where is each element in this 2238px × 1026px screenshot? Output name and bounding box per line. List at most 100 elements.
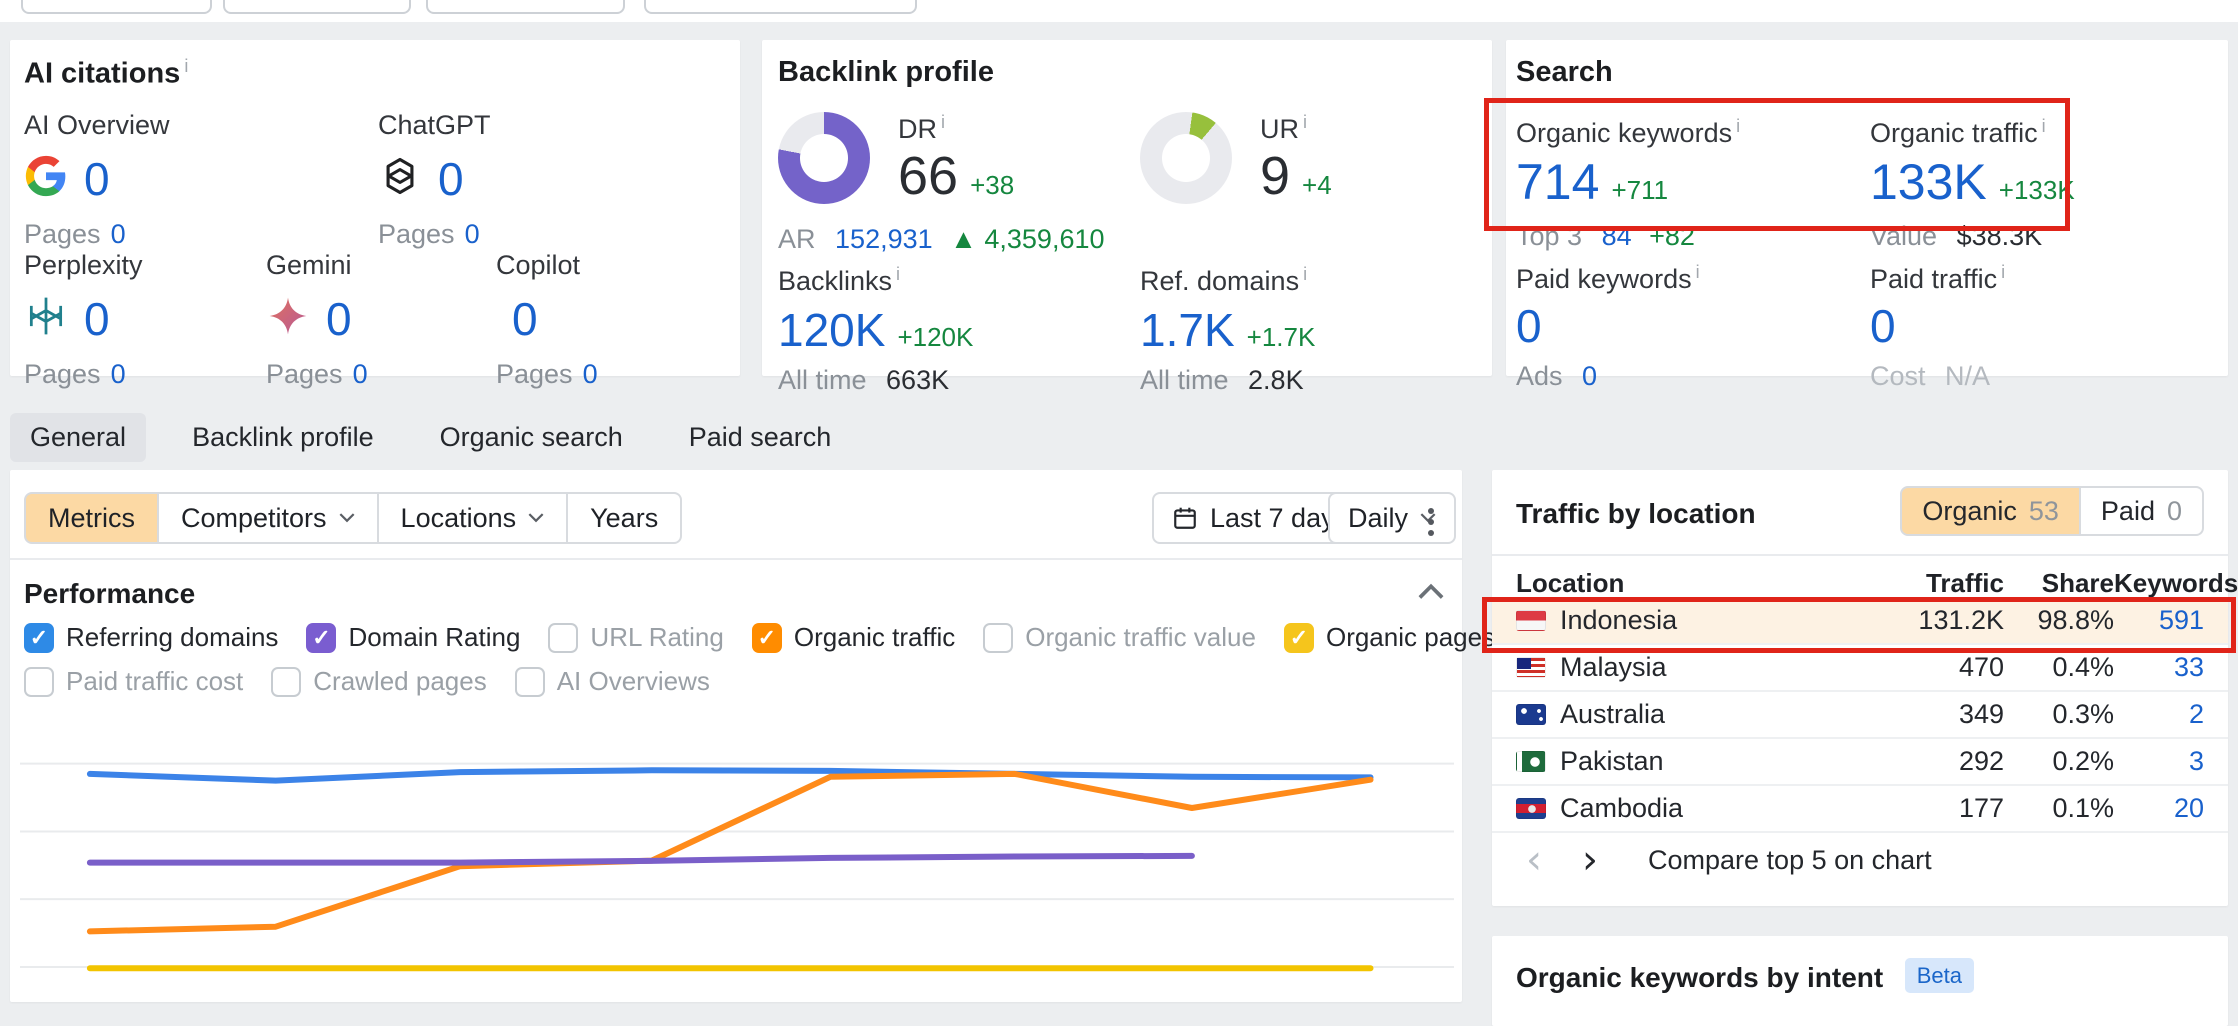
ref-domains-label: Ref. domainsi	[1140, 264, 1315, 297]
ai-item-value[interactable]: 0	[438, 152, 464, 206]
collapse-section-icon[interactable]	[1418, 582, 1444, 600]
search-title: Search	[1516, 56, 1613, 89]
info-icon[interactable]: i	[1303, 264, 1307, 284]
cost-label: Cost	[1870, 361, 1926, 391]
ref-domains-alltime-value: 2.8K	[1248, 365, 1304, 395]
checkbox-domain-rating[interactable]: ✓Domain Rating	[306, 622, 520, 653]
location-name: Pakistan	[1560, 746, 1664, 777]
tab-general[interactable]: General	[10, 413, 146, 462]
ai-item-value[interactable]: 0	[326, 292, 352, 346]
info-icon[interactable]: i	[184, 56, 188, 76]
domain-input-2[interactable]	[223, 0, 411, 14]
backlinks-value[interactable]: 120K	[778, 303, 885, 357]
paid-keywords-value[interactable]: 0	[1516, 300, 1542, 352]
checkbox-url-rating[interactable]: URL Rating	[548, 622, 723, 653]
table-row-australia[interactable]: Australia3490.3%2	[1492, 692, 2228, 739]
toggle-organic[interactable]: Organic53	[1900, 486, 2081, 536]
flag-icon-australia	[1516, 704, 1546, 725]
checkbox-box	[24, 667, 54, 697]
flag-icon-pakistan	[1516, 751, 1546, 772]
segment-metrics[interactable]: Metrics	[24, 492, 159, 544]
segment-years[interactable]: Years	[566, 492, 682, 544]
checkbox-crawled-pages[interactable]: Crawled pages	[271, 666, 486, 697]
tab-organic-search[interactable]: Organic search	[420, 413, 643, 462]
table-row-malaysia[interactable]: Malaysia4700.4%33	[1492, 645, 2228, 692]
share-value: 0.1%	[2004, 793, 2114, 824]
checkbox-box	[271, 667, 301, 697]
tab-backlink-profile[interactable]: Backlink profile	[172, 413, 394, 462]
prev-page-button[interactable]: ‹	[1526, 842, 1542, 878]
search-card: Search Organic keywordsi 714 +711 Top 3 …	[1506, 40, 2228, 376]
ai-item-chatgpt: ChatGPT0Pages0	[378, 110, 608, 250]
pages-value[interactable]: 0	[583, 359, 598, 389]
ar-line: AR 152,931 ▲ 4,359,610	[778, 224, 1105, 255]
info-icon[interactable]: i	[2001, 262, 2005, 282]
column-share[interactable]: Share	[2004, 568, 2114, 599]
table-row-indonesia[interactable]: Indonesia131.2K98.8%591	[1492, 598, 2228, 645]
table-row-cambodia[interactable]: Cambodia1770.1%20	[1492, 786, 2228, 833]
keywords-link[interactable]: 20	[2114, 793, 2228, 824]
checkbox-organic-pages[interactable]: ✓Organic pages	[1284, 622, 1495, 653]
value-label: Value	[1870, 221, 1937, 251]
divider	[1492, 554, 2228, 556]
compare-top5-link[interactable]: Compare top 5 on chart	[1648, 845, 1932, 876]
ar-value[interactable]: 152,931	[835, 224, 933, 254]
column-traffic[interactable]: Traffic	[1854, 568, 2004, 599]
ads-value[interactable]: 0	[1582, 361, 1597, 391]
checkbox-ai-overviews[interactable]: AI Overviews	[515, 666, 710, 697]
ai-item-value[interactable]: 0	[84, 292, 110, 346]
ref-domains-value[interactable]: 1.7K	[1140, 303, 1235, 357]
ai-item-value[interactable]: 0	[84, 152, 110, 206]
ai-item-value[interactable]: 0	[512, 292, 538, 346]
more-options-button[interactable]	[1418, 498, 1444, 546]
dr-value: 66	[898, 145, 958, 207]
info-icon[interactable]: i	[2042, 116, 2046, 136]
ai-item-label: ChatGPT	[378, 110, 608, 141]
checkbox-paid-traffic-cost[interactable]: Paid traffic cost	[24, 666, 243, 697]
ai-item-label: Gemini	[266, 250, 496, 281]
segment-locations[interactable]: Locations	[377, 492, 569, 544]
organic-keywords-value[interactable]: 714	[1516, 153, 1599, 211]
pages-value[interactable]: 0	[353, 359, 368, 389]
column-keywords[interactable]: Keywords	[2114, 568, 2228, 599]
next-page-button[interactable]: ›	[1582, 842, 1598, 878]
info-icon[interactable]: i	[1303, 112, 1307, 132]
paid-traffic-value[interactable]: 0	[1870, 300, 1896, 352]
top3-value[interactable]: 84	[1602, 221, 1632, 251]
pages-value[interactable]: 0	[111, 219, 126, 249]
checkbox-organic-traffic[interactable]: ✓Organic traffic	[752, 622, 955, 653]
column-location[interactable]: Location	[1492, 568, 1854, 599]
checkbox-label: Crawled pages	[313, 666, 486, 697]
ref-domains-alltime-label: All time	[1140, 365, 1229, 395]
info-icon[interactable]: i	[1696, 262, 1700, 282]
chevron-down-icon	[339, 513, 355, 523]
pages-value[interactable]: 0	[465, 219, 480, 249]
keywords-link[interactable]: 591	[2114, 605, 2228, 636]
domain-input-3[interactable]	[426, 0, 625, 14]
domain-input-4[interactable]	[644, 0, 917, 14]
performance-card: MetricsCompetitorsLocationsYears Last 7 …	[10, 470, 1462, 1002]
toggle-label: Paid	[2101, 496, 2155, 527]
segment-competitors[interactable]: Competitors	[157, 492, 379, 544]
checkbox-label: Organic pages	[1326, 622, 1495, 653]
keywords-link[interactable]: 2	[2114, 699, 2228, 730]
toggle-paid[interactable]: Paid0	[2079, 486, 2204, 536]
keywords-link[interactable]: 3	[2114, 746, 2228, 777]
info-icon[interactable]: i	[1736, 116, 1740, 136]
checkbox-referring-domains[interactable]: ✓Referring domains	[24, 622, 278, 653]
domain-input-1[interactable]	[21, 0, 212, 14]
pages-value[interactable]: 0	[111, 359, 126, 389]
info-icon[interactable]: i	[941, 112, 945, 132]
info-icon[interactable]: i	[896, 264, 900, 284]
checkbox-organic-traffic-value[interactable]: Organic traffic value	[983, 622, 1256, 653]
keywords-link[interactable]: 33	[2114, 652, 2228, 683]
segment-label: Metrics	[48, 503, 135, 534]
organic-traffic-value[interactable]: 133K	[1870, 153, 1987, 211]
gemini-icon	[266, 294, 310, 345]
dr-delta: +38	[970, 170, 1014, 201]
pages-label: Pages	[24, 219, 101, 249]
tab-paid-search[interactable]: Paid search	[669, 413, 852, 462]
table-row-pakistan[interactable]: Pakistan2920.2%3	[1492, 739, 2228, 786]
ur-delta: +4	[1302, 170, 1332, 201]
backlinks-delta: +120K	[897, 322, 973, 353]
